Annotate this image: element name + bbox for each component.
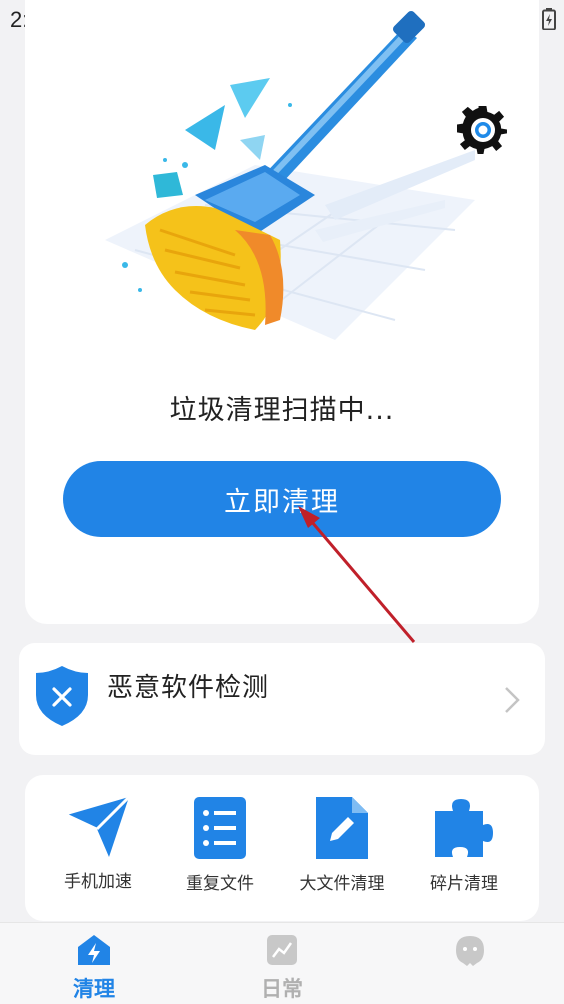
chevron-right-icon	[505, 687, 520, 713]
chart-icon	[267, 935, 297, 965]
bottom-tab-bar: 清理 日常	[0, 922, 564, 1004]
battery-icon	[542, 8, 556, 30]
malware-detection-card[interactable]: 恶意软件检测	[19, 643, 545, 755]
tool-duplicate-files[interactable]: 重复文件	[160, 795, 280, 905]
tool-label: 大文件清理	[299, 874, 385, 894]
list-document-icon	[194, 797, 246, 859]
lightning-icon	[78, 935, 110, 965]
tool-phone-boost[interactable]: 手机加速	[38, 795, 158, 905]
broom-illustration	[65, 0, 505, 360]
tab-label: 清理	[73, 977, 115, 1001]
tool-label: 手机加速	[64, 872, 132, 892]
tab-daily[interactable]: 日常	[232, 933, 332, 1003]
scan-card: 垃圾清理扫描中... 立即清理	[25, 0, 539, 624]
tool-label: 重复文件	[186, 874, 254, 894]
tab-label: 日常	[261, 977, 303, 1001]
tool-fragment-clean[interactable]: 碎片清理	[404, 795, 524, 905]
clean-now-button[interactable]: 立即清理	[63, 461, 501, 537]
puzzle-icon	[435, 799, 493, 857]
tool-label: 碎片清理	[430, 874, 498, 894]
tools-card: 手机加速 重复文件 大文件清理 碎片清理	[25, 775, 539, 921]
tab-clean[interactable]: 清理	[44, 933, 144, 1003]
tool-large-file-clean[interactable]: 大文件清理	[282, 795, 402, 905]
settings-gear-icon[interactable]	[457, 104, 509, 156]
malware-detection-title: 恶意软件检测	[107, 673, 270, 703]
edit-file-icon	[316, 797, 368, 859]
paper-plane-icon	[66, 795, 131, 857]
ghost-icon	[456, 936, 484, 966]
tab-profile[interactable]	[420, 933, 520, 973]
scan-status-text: 垃圾清理扫描中...	[169, 395, 395, 426]
shield-x-icon	[36, 666, 88, 726]
